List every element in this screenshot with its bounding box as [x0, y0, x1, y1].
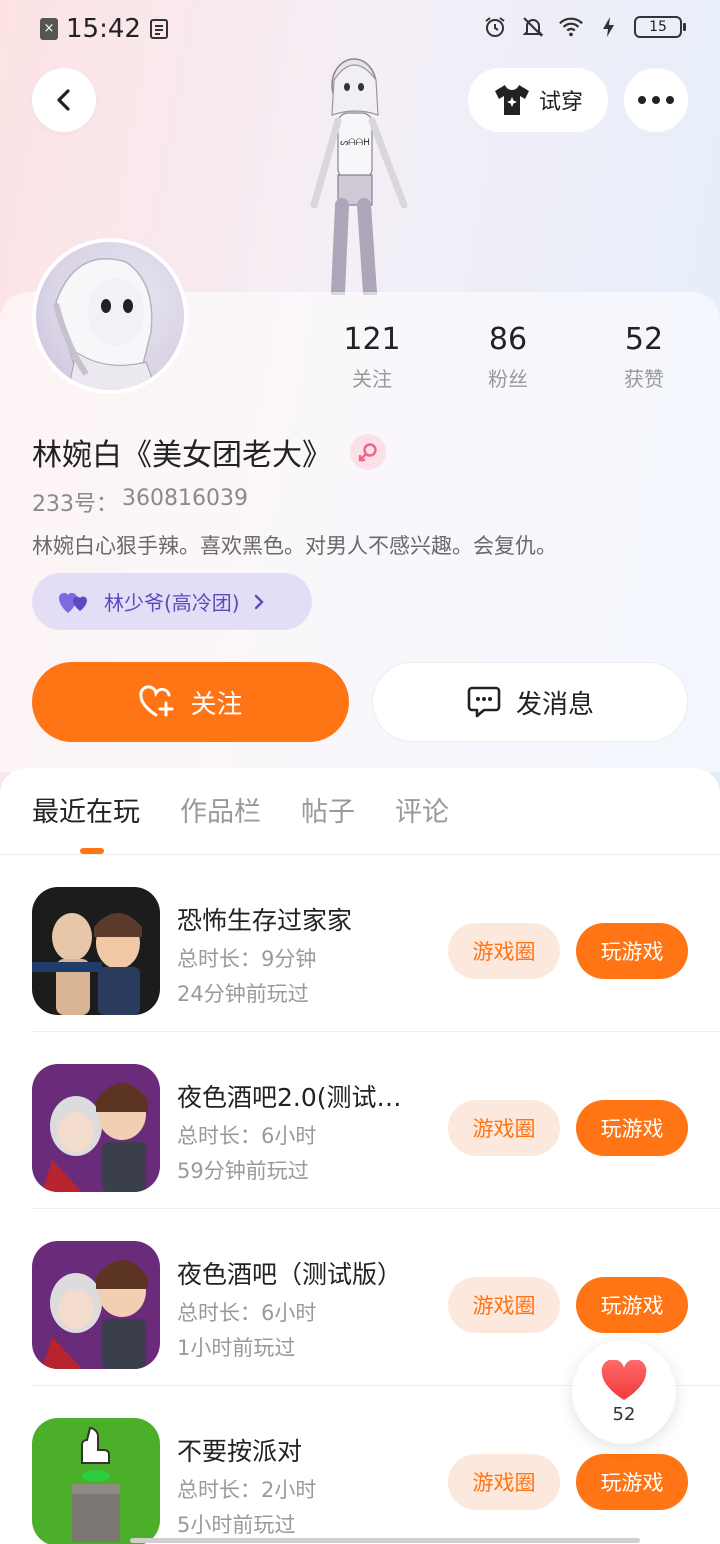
game-duration: 总时长：6小时 — [177, 1124, 317, 1148]
heart-plus-icon — [139, 685, 174, 717]
stat-following-value: 121 — [343, 322, 401, 357]
game-circle-button[interactable]: 游戏圈 — [448, 1454, 560, 1510]
svg-text:ᔕᗩᗩᕼ: ᔕᗩᗩᕼ — [340, 138, 370, 148]
wifi-icon — [558, 14, 584, 40]
game-title: 不要按派对 — [177, 1437, 303, 1466]
tab-posts[interactable]: 帖子 — [301, 790, 355, 829]
tab-recently-played[interactable]: 最近在玩 — [32, 790, 140, 829]
game-icon[interactable] — [32, 1241, 160, 1369]
send-message-label: 发消息 — [515, 689, 594, 720]
profile-stats: 121 关注 86 粉丝 52 获赞 — [300, 322, 720, 402]
try-on-button[interactable]: 试穿 — [468, 68, 608, 132]
stat-likes-label: 获赞 — [624, 367, 664, 391]
game-circle-button[interactable]: 游戏圈 — [448, 1277, 560, 1333]
play-game-button[interactable]: 玩游戏 — [576, 1100, 688, 1156]
game-last-played: 59分钟前玩过 — [177, 1159, 309, 1183]
play-game-button[interactable]: 玩游戏 — [576, 923, 688, 979]
game-title: 夜色酒吧（测试版） — [177, 1260, 403, 1289]
follow-button[interactable]: 关注 — [32, 662, 349, 742]
game-title: 恐怖生存过家家 — [177, 906, 353, 935]
heart-icon — [601, 1359, 647, 1400]
more-dot-icon — [652, 96, 660, 104]
game-last-played: 24分钟前玩过 — [177, 982, 309, 1006]
profile-tabs: 最近在玩 作品栏 帖子 评论 — [32, 790, 449, 829]
game-list-item[interactable]: 恐怖生存过家家 总时长：9分钟 24分钟前玩过 游戏圈 玩游戏 — [0, 855, 720, 1032]
profile-bio: 林婉白心狠手辣。喜欢黑色。对男人不感兴趣。会复仇。 — [32, 534, 557, 558]
stat-following-label: 关注 — [352, 367, 392, 391]
follow-label: 关注 — [190, 689, 243, 720]
like-count: 52 — [612, 1403, 636, 1425]
chat-bubble-icon — [467, 686, 501, 718]
like-button[interactable]: 52 — [572, 1340, 676, 1444]
profile-name: 林婉白《美女团老大》 — [32, 438, 332, 473]
notification-icon: × — [40, 18, 58, 40]
avatar[interactable] — [32, 238, 188, 394]
stat-followers[interactable]: 86 粉丝 — [438, 322, 578, 392]
game-circle-button[interactable]: 游戏圈 — [448, 923, 560, 979]
play-game-button[interactable]: 玩游戏 — [576, 1277, 688, 1333]
stat-likes-value: 52 — [624, 322, 664, 357]
group-tag-label: 林少爷(高冷团) — [104, 591, 240, 615]
profile-name-row: 林婉白《美女团老大》 — [32, 430, 386, 474]
stat-followers-value: 86 — [488, 322, 528, 357]
back-button[interactable] — [32, 68, 96, 132]
game-icon[interactable] — [32, 887, 160, 1015]
stat-following[interactable]: 121 关注 — [302, 322, 442, 392]
sim-icon — [149, 19, 168, 39]
chevron-right-icon — [254, 594, 264, 609]
tab-works[interactable]: 作品栏 — [180, 790, 261, 829]
chevron-left-icon — [57, 89, 70, 111]
game-icon[interactable] — [32, 1418, 160, 1544]
3d-avatar-figure[interactable]: ᔕᗩᗩᕼ — [290, 55, 420, 300]
play-game-button[interactable]: 玩游戏 — [576, 1454, 688, 1510]
game-icon[interactable] — [32, 1064, 160, 1192]
send-message-button[interactable]: 发消息 — [372, 662, 688, 742]
user-id-label: 233号： — [32, 492, 118, 517]
shirt-icon — [494, 85, 529, 115]
double-heart-icon — [59, 592, 87, 613]
stat-likes[interactable]: 52 获赞 — [574, 322, 714, 392]
more-options-button[interactable] — [624, 68, 688, 132]
game-duration: 总时长：9分钟 — [177, 947, 317, 971]
game-title: 夜色酒吧2.0(测试… — [177, 1083, 402, 1112]
user-id: 233号： 360816039 — [32, 486, 248, 518]
game-duration: 总时长：6小时 — [177, 1301, 317, 1325]
try-on-label: 试穿 — [538, 90, 583, 115]
game-duration: 总时长：2小时 — [177, 1478, 317, 1502]
more-dot-icon — [666, 96, 674, 104]
stat-followers-label: 粉丝 — [488, 367, 528, 391]
charging-icon — [596, 14, 622, 40]
game-circle-button[interactable]: 游戏圈 — [448, 1100, 560, 1156]
game-list-item[interactable]: 夜色酒吧2.0(测试… 总时长：6小时 59分钟前玩过 游戏圈 玩游戏 — [0, 1032, 720, 1209]
tab-comments[interactable]: 评论 — [395, 790, 449, 829]
game-last-played: 1小时前玩过 — [177, 1336, 296, 1360]
status-bar: × 15:42 15 — [0, 0, 720, 58]
group-tag[interactable]: 林少爷(高冷团) — [32, 573, 312, 630]
female-gender-icon — [350, 434, 386, 470]
battery-indicator: 15 — [634, 16, 686, 38]
game-last-played: 5小时前玩过 — [177, 1513, 296, 1537]
user-id-value[interactable]: 360816039 — [122, 486, 248, 518]
home-indicator — [130, 1538, 640, 1543]
more-dot-icon — [638, 96, 646, 104]
alarm-icon — [482, 14, 508, 40]
mute-icon — [520, 14, 546, 40]
status-time: 15:42 — [66, 14, 141, 44]
